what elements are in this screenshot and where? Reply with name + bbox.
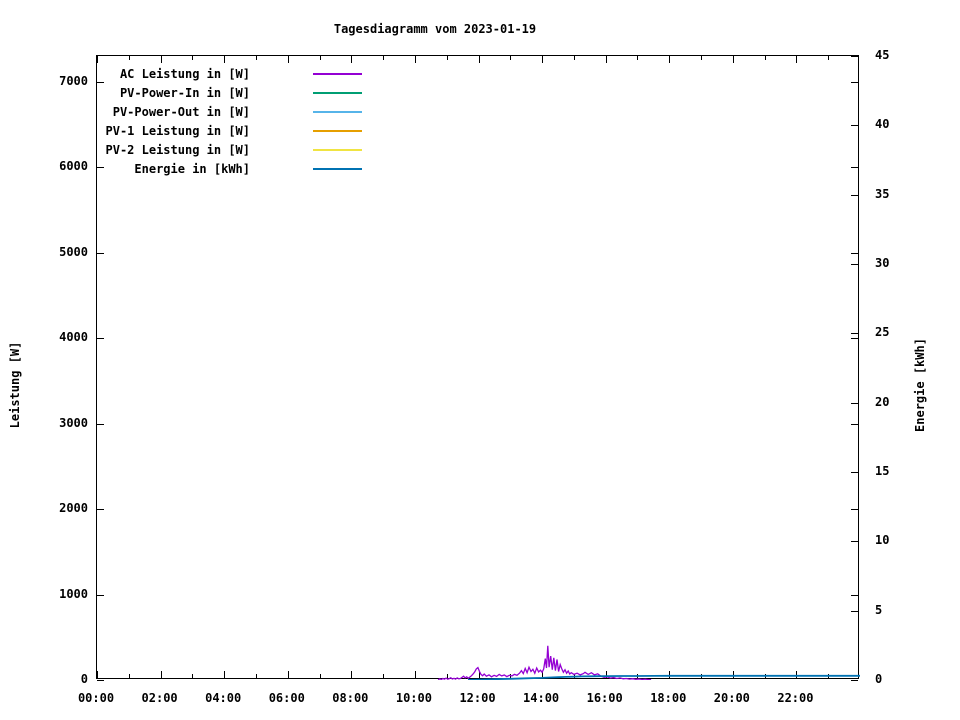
chart-canvas: Tagesdiagramm vom 2023-01-19 Leistung [W…	[0, 0, 960, 720]
series-line-energie-in-kwh-	[467, 674, 860, 680]
legend-item: PV-Power-In in [W]	[90, 83, 362, 102]
legend-item-label: PV-2 Leistung in [W]	[105, 142, 251, 157]
y-right-tick-label: 0	[875, 672, 883, 686]
legend-line-sample	[313, 110, 362, 113]
x-axis-tick-label: 00:00	[77, 691, 115, 705]
x-axis-tick-label: 08:00	[332, 691, 369, 705]
legend-item: Energie in [kWh]	[90, 159, 362, 178]
y-left-tick-label: 5000	[59, 244, 88, 259]
y-right-tick-label: 30	[875, 256, 890, 270]
legend-item: PV-1 Leistung in [W]	[90, 121, 362, 140]
legend-item-label: PV-Power-In in [W]	[119, 85, 250, 100]
y-right-tick-label: 15	[875, 464, 890, 478]
y-left-tick-label: 2000	[59, 501, 88, 516]
y-right-tick	[851, 680, 858, 681]
series-line-ac-leistung-in-w-	[437, 645, 652, 680]
x-axis-tick-label: 20:00	[713, 691, 750, 705]
legend-line-sample	[313, 91, 362, 94]
x-axis-tick-label: 04:00	[205, 691, 242, 705]
y-left-tick-label: 1000	[59, 586, 88, 601]
y-left-tick-label: 7000	[59, 73, 88, 88]
x-axis-tick-label: 16:00	[586, 691, 623, 705]
legend-item: PV-2 Leistung in [W]	[90, 140, 362, 159]
x-axis-tick-label: 22:00	[777, 691, 814, 705]
y-right-tick-label: 5	[875, 602, 883, 617]
x-axis-tick-label: 02:00	[141, 691, 178, 705]
legend-item-label: AC Leistung in [W]	[119, 66, 250, 81]
legend: AC Leistung in [W] PV-Power-In in [W] PV-P…	[90, 64, 362, 178]
y-right-tick-label: 35	[875, 186, 890, 201]
legend-line-sample	[313, 129, 362, 132]
legend-line-sample	[313, 72, 362, 75]
chart-title: Tagesdiagramm vom 2023-01-19	[333, 22, 537, 36]
y-right-tick-label: 10	[875, 533, 890, 548]
x-axis-tick-label: 14:00	[523, 691, 560, 705]
legend-line-sample	[313, 167, 362, 170]
legend-line-sample	[313, 148, 362, 151]
legend-item: AC Leistung in [W]	[90, 64, 362, 83]
y-right-tick-label: 25	[875, 325, 890, 340]
y-right-tick-label: 20	[875, 394, 890, 409]
x-axis-tick-label: 12:00	[459, 691, 496, 705]
legend-item-label: PV-1 Leistung in [W]	[105, 123, 251, 138]
y-left-tick-label: 6000	[59, 159, 88, 174]
y-right-tick-label: 40	[875, 117, 890, 132]
y-right-tick-label: 45	[875, 48, 890, 62]
y-left-tick-label: 0	[80, 672, 88, 686]
legend-item-label: Energie in [kWh]	[134, 161, 250, 176]
y-left-axis-title: Leistung [W]	[8, 341, 22, 429]
y-left-tick-label: 3000	[59, 415, 88, 430]
x-axis-tick-label: 18:00	[650, 691, 687, 705]
legend-item: PV-Power-Out in [W]	[90, 102, 362, 121]
legend-item-label: PV-Power-Out in [W]	[112, 104, 250, 119]
y-left-tick	[97, 680, 104, 681]
x-axis-tick-label: 06:00	[268, 691, 305, 705]
x-axis-tick-label: 10:00	[395, 691, 432, 705]
y-left-tick-label: 4000	[59, 330, 88, 345]
y-right-axis-title: Energie [kWh]	[913, 338, 927, 432]
